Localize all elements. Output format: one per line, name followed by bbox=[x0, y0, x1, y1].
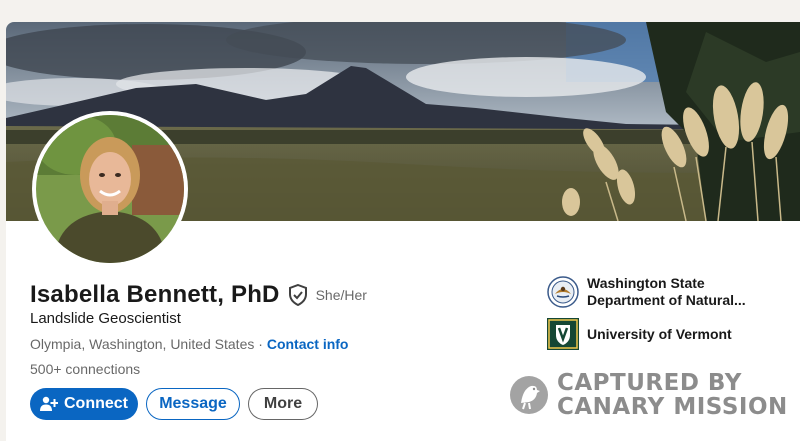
add-person-icon bbox=[40, 396, 58, 412]
org-item-washington-dnr[interactable]: Washington State Department of Natural..… bbox=[547, 275, 746, 309]
organizations-list: Washington State Department of Natural..… bbox=[547, 275, 746, 359]
connections-count[interactable]: 500+ connections bbox=[30, 361, 140, 377]
watermark: CAPTURED BY CANARY MISSION bbox=[509, 371, 788, 419]
profile-photo[interactable] bbox=[32, 111, 188, 267]
location-row: Olympia, Washington, United States · Con… bbox=[30, 336, 348, 352]
watermark-text: CAPTURED BY CANARY MISSION bbox=[557, 371, 788, 419]
org-name: Washington State Department of Natural..… bbox=[587, 275, 746, 309]
name-row: Isabella Bennett, PhD She/Her bbox=[30, 280, 367, 310]
verified-shield-icon[interactable] bbox=[288, 283, 308, 307]
location-separator: · bbox=[254, 336, 267, 352]
pronouns: She/Her bbox=[315, 287, 367, 303]
seal-icon bbox=[547, 276, 579, 308]
more-button[interactable]: More bbox=[248, 388, 318, 420]
connect-label: Connect bbox=[64, 395, 128, 412]
headline: Landslide Geoscientist bbox=[30, 310, 181, 327]
avatar bbox=[36, 115, 184, 263]
message-button[interactable]: Message bbox=[146, 388, 240, 420]
profile-name: Isabella Bennett, PhD bbox=[30, 281, 280, 308]
action-buttons: Connect Message More bbox=[30, 388, 318, 420]
org-name-line2: Department of Natural... bbox=[587, 292, 746, 308]
watermark-line1: CAPTURED BY bbox=[557, 370, 742, 396]
org-name: University of Vermont bbox=[587, 325, 732, 342]
canary-bird-icon bbox=[509, 375, 549, 415]
contact-info-link[interactable]: Contact info bbox=[267, 336, 349, 352]
uvm-shield-icon bbox=[547, 318, 579, 350]
profile-card: Isabella Bennett, PhD She/Her Landslide … bbox=[6, 22, 800, 441]
org-item-university-of-vermont[interactable]: University of Vermont bbox=[547, 318, 746, 350]
location: Olympia, Washington, United States bbox=[30, 336, 255, 352]
connect-button[interactable]: Connect bbox=[30, 388, 138, 420]
watermark-line2: CANARY MISSION bbox=[557, 394, 788, 420]
org-name-line1: Washington State bbox=[587, 275, 705, 291]
